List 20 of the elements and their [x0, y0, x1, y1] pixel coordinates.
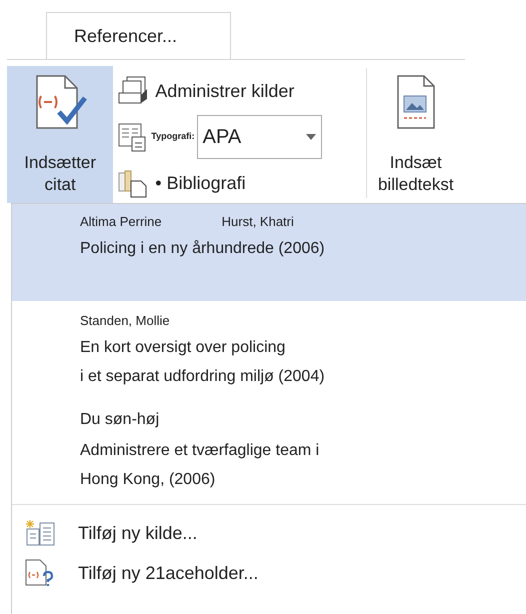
- citation-title: Administrere et tværfaglige team i Hong Kong, (2006): [80, 441, 320, 490]
- new-source-icon: [24, 519, 56, 547]
- manage-sources-button[interactable]: Administrer kilder: [117, 74, 350, 108]
- dropdown-caret-icon: [306, 134, 316, 140]
- citation-author: Du søn-høj: [80, 410, 160, 430]
- citation-author: Hurst, Khatri: [222, 213, 294, 231]
- menu-item[interactable]: Tilføj ny kilde...: [12, 513, 526, 553]
- citation-title: Policing i en ny århundrede (2006): [80, 239, 326, 259]
- insert-caption-button[interactable]: Indsæt billedtekst: [366, 66, 465, 203]
- citation-item[interactable]: Altima Perrine Hurst, Khatri Policing i en ny århundrede (2006): [12, 204, 526, 301]
- menu-item[interactable]: Tilføj ny 21aceholder...: [12, 553, 526, 593]
- insert-citation-button[interactable]: Indsætter citat: [7, 66, 114, 203]
- style-label: Typografi:: [151, 130, 195, 144]
- citation-author: Altima Perrine: [80, 213, 162, 231]
- citation-title: En kort oversigt over policing i et separat udfordring miljø (2004): [80, 338, 326, 387]
- bibliography-button[interactable]: • Bibliografi: [117, 166, 350, 200]
- ribbon-tab[interactable]: Referencer...: [46, 12, 231, 59]
- style-dropdown[interactable]: APA: [196, 115, 322, 159]
- document-question-icon: [24, 558, 56, 588]
- citation-author: Standen, Mollie: [80, 312, 170, 330]
